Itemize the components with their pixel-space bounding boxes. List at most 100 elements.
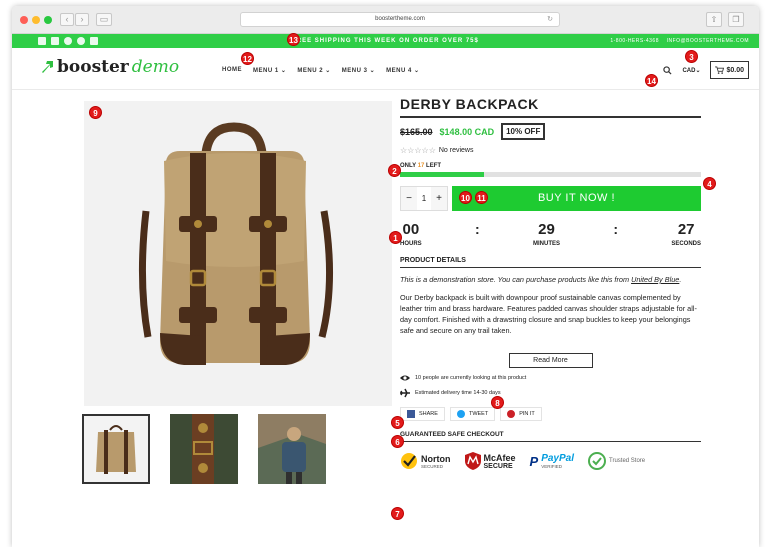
countdown-seconds-label: SECONDS [671, 241, 701, 247]
demo-store-note: This is a demonstration store. You can p… [400, 275, 682, 284]
quantity-input[interactable]: 1 [417, 187, 431, 210]
annotation-badge-6: 6 [391, 435, 404, 448]
browser-toolbar: ‹ › ▭ boostertheme.com ↻ ⇧ ❐ [12, 6, 759, 34]
menu-item-home[interactable]: HOME [222, 67, 242, 74]
eye-icon [400, 375, 410, 381]
product-main-image[interactable] [84, 101, 392, 406]
share-buttons: SHARE TWEET PIN IT [400, 407, 701, 421]
menu-item-1-label: MENU 1 [253, 68, 279, 74]
viewers-line: 10 people are currently looking at this … [400, 373, 701, 383]
countdown-minutes-label: MINUTES [533, 241, 560, 247]
address-bar[interactable]: boostertheme.com ↻ [240, 12, 560, 27]
backpack-image [84, 101, 392, 406]
annotation-badge-11: 11 [475, 191, 488, 204]
annotation-badge-1: 1 [389, 231, 402, 244]
discount-badge: 10% OFF [501, 123, 546, 140]
quantity-decrease-button[interactable]: − [401, 187, 417, 210]
zoom-window-button[interactable] [44, 16, 52, 24]
delivery-text: Estimated delivery time 14-30 days [415, 390, 501, 396]
menu-item-1[interactable]: MENU 1 ⌄ [253, 67, 286, 74]
stock-progress-fill [400, 172, 485, 177]
url-text: boostertheme.com [375, 16, 425, 22]
close-window-button[interactable] [20, 16, 28, 24]
pinterest-icon [507, 410, 516, 418]
reload-icon[interactable]: ↻ [547, 13, 553, 26]
norton-sub-label: SECURED [421, 463, 444, 469]
menu-item-3[interactable]: MENU 3 ⌄ [342, 67, 375, 74]
annotation-badge-5: 5 [391, 416, 404, 429]
buy-it-now-button[interactable]: BUY IT NOW ! [452, 186, 701, 211]
annotation-badge-13: 13 [287, 33, 300, 46]
countdown-seconds-value: 27 [677, 221, 695, 238]
countdown-timer: 00 HOURS : 29 MINUTES : 27 SECONDS [400, 221, 701, 247]
reviews-text: No reviews [438, 147, 474, 154]
buy-row: − 1 + BUY IT NOW ! [400, 186, 701, 211]
trusted-store-label: Trusted Store [609, 458, 646, 464]
cart-icon [715, 66, 725, 74]
description-fade [400, 339, 701, 349]
mcafee-shield-icon [464, 452, 481, 470]
promo-contact: 1-800-HERS-4368 INFO@BOOSTERTHEME.COM [610, 34, 749, 48]
product-details-heading: PRODUCT DETAILS [400, 257, 701, 268]
price-row: $165.00 $148.00 CAD 10% OFF [400, 123, 701, 140]
promo-email[interactable]: INFO@BOOSTERTHEME.COM [667, 38, 749, 44]
annotation-badge-9: 9 [89, 106, 102, 119]
currency-label: CAD [682, 67, 696, 74]
thumbnail-detail-image [170, 414, 238, 484]
back-icon[interactable]: ‹ [60, 13, 74, 26]
tabs-icon[interactable]: ❐ [728, 12, 744, 27]
product-description-text: Our Derby backpack is built with downpou… [400, 293, 697, 335]
read-more-button[interactable]: Read More [508, 353, 593, 368]
menu-item-4[interactable]: MENU 4 ⌄ [386, 67, 419, 74]
menu-item-2[interactable]: MENU 2 ⌄ [297, 67, 330, 74]
logo-arrow-icon [42, 61, 53, 73]
quantity-stepper: − 1 + [400, 186, 448, 211]
safe-checkout-heading: GUARANTEED SAFE CHECKOUT [400, 431, 701, 442]
countdown-separator: : [613, 221, 618, 237]
united-by-blue-link[interactable]: United By Blue [631, 275, 679, 284]
paypal-badge: P PayPal VERIFIED [530, 453, 574, 469]
cart-button[interactable]: $0.00 [710, 61, 749, 79]
norton-label: Norton [421, 453, 451, 464]
pinterest-share-button[interactable]: PIN IT [500, 407, 542, 421]
thumbnail-1[interactable] [82, 414, 150, 484]
logo-word-booster: booster [57, 57, 129, 77]
countdown-seconds: 27 SECONDS [671, 221, 701, 247]
forward-icon[interactable]: › [75, 13, 89, 26]
sidebar-icon[interactable]: ▭ [96, 13, 112, 26]
twitter-icon [456, 410, 465, 418]
promo-phone: 1-800-HERS-4368 [610, 38, 659, 44]
product-info: DERBY BACKPACK $165.00 $148.00 CAD 10% O… [400, 96, 701, 470]
sale-price: $148.00 CAD [439, 126, 495, 137]
viewers-text: 10 people are currently looking at this … [415, 375, 527, 381]
countdown-hours-label: HOURS [400, 241, 422, 247]
countdown-minutes: 29 MINUTES [533, 221, 560, 247]
product-description: Our Derby backpack is built with downpou… [400, 292, 701, 349]
product-title: DERBY BACKPACK [400, 96, 701, 118]
annotation-badge-8: 8 [491, 396, 504, 409]
minimize-window-button[interactable] [32, 16, 40, 24]
menu-item-3-label: MENU 3 [341, 68, 368, 74]
stock-progress-bar [400, 172, 701, 177]
menu-item-4-label: MENU 4 [386, 68, 412, 74]
countdown-hours: 00 HOURS [400, 221, 422, 247]
stock-suffix: LEFT [426, 163, 442, 169]
main-menu: HOME MENU 1 ⌄ MENU 2 ⌄ MENU 3 ⌄ MENU 4 ⌄ [222, 67, 420, 74]
search-icon[interactable] [663, 65, 672, 75]
annotation-badge-2: 2 [388, 164, 401, 177]
reviews-row[interactable]: ☆☆☆☆☆ No reviews [400, 146, 701, 155]
facebook-share-button[interactable]: SHARE [400, 407, 445, 421]
menu-item-2-label: MENU 2 [297, 68, 324, 74]
paypal-p-icon: P [529, 453, 539, 469]
currency-selector[interactable]: CAD⌄ [682, 67, 700, 74]
annotation-badge-14: 14 [645, 74, 658, 87]
thumbnail-2[interactable] [170, 414, 238, 484]
twitter-share-button[interactable]: TWEET [449, 407, 496, 421]
share-icon[interactable]: ⇧ [706, 12, 722, 27]
quantity-increase-button[interactable]: + [431, 187, 447, 210]
stock-notice: ONLY 17 LEFT [400, 163, 701, 169]
annotation-badge-4: 4 [703, 177, 716, 190]
site-logo[interactable]: booster demo [40, 57, 179, 77]
annotation-badge-3: 3 [685, 50, 698, 63]
thumbnail-3[interactable] [258, 414, 326, 484]
